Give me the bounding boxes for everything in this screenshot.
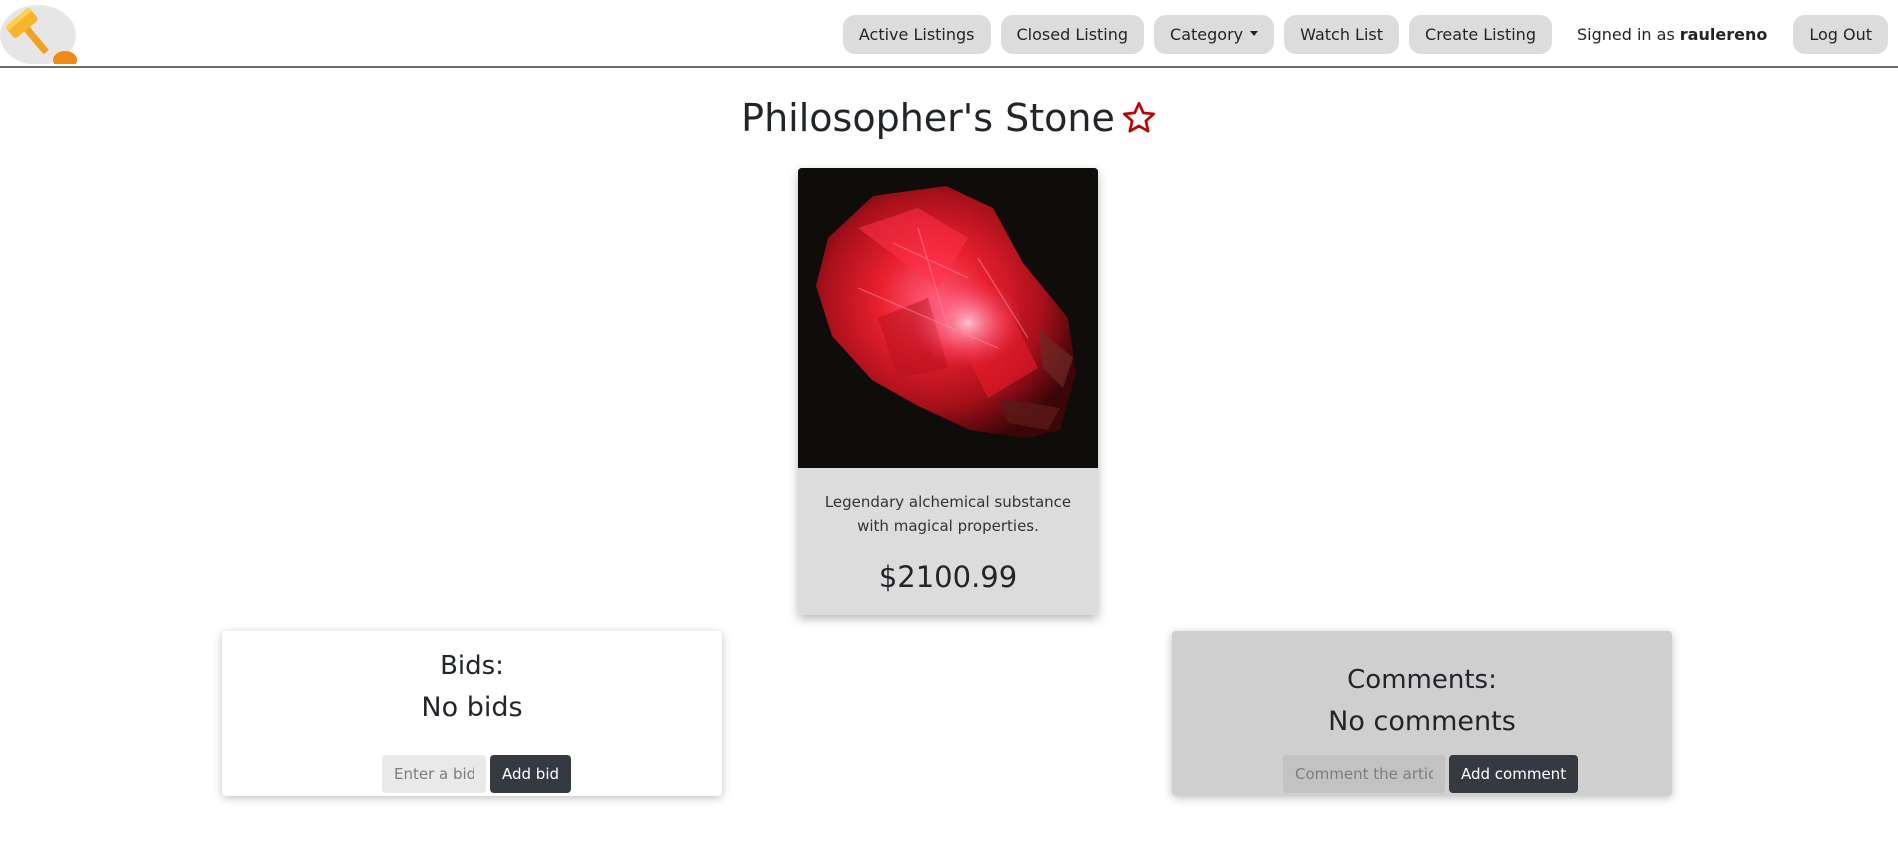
navbar: Active Listings Closed Listing Category … — [0, 0, 1898, 69]
signed-in-text: Signed in as raulereno — [1577, 25, 1767, 44]
caret-down-icon — [1250, 30, 1259, 36]
comments-status: No comments — [1328, 706, 1516, 737]
logout-button[interactable]: Log Out — [1793, 14, 1888, 54]
category-label: Category — [1170, 24, 1244, 44]
add-comment-button[interactable]: Add comment — [1449, 755, 1579, 793]
star-outline-icon[interactable] — [1121, 100, 1157, 136]
add-bid-button[interactable]: Add bid — [490, 755, 572, 793]
bid-form: Add bid — [382, 755, 572, 793]
gavel-icon[interactable] — [0, 2, 78, 69]
bids-panel: Bids: No bids Add bid — [222, 631, 722, 796]
nav-create-listing-button[interactable]: Create Listing — [1409, 14, 1552, 54]
nav-menu: Active Listings Closed Listing Category … — [833, 14, 1888, 54]
signed-in-prefix: Signed in as — [1576, 24, 1675, 44]
comments-panel: Comments: No comments Add comment — [1172, 631, 1672, 796]
nav-watch-list-button[interactable]: Watch List — [1284, 14, 1400, 54]
listing-title-row: Philosopher's Stone — [0, 96, 1898, 140]
listing-image — [798, 168, 1098, 468]
nav-category-dropdown[interactable]: Category — [1154, 14, 1275, 54]
page-title: Philosopher's Stone — [741, 96, 1115, 140]
nav-closed-listing-button[interactable]: Closed Listing — [1000, 14, 1145, 54]
listing-price: $2100.99 — [878, 560, 1018, 594]
bids-status: No bids — [421, 692, 523, 723]
bid-input[interactable] — [382, 755, 486, 793]
comment-input[interactable] — [1283, 755, 1445, 793]
nav-active-listings-button[interactable]: Active Listings — [842, 14, 991, 54]
username: raulereno — [1679, 24, 1768, 44]
comment-form: Add comment — [1283, 755, 1579, 793]
listing-description: Legendary alchemical substance with magi… — [824, 493, 1072, 535]
comments-heading: Comments: — [1347, 665, 1497, 695]
listing-card: Legendary alchemical substance with magi… — [798, 168, 1098, 615]
bids-heading: Bids: — [440, 651, 504, 681]
